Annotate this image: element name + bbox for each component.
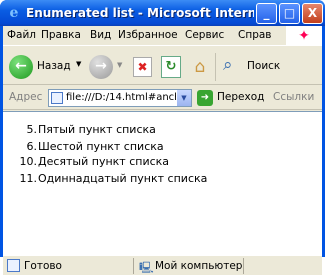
back-label: Назад	[37, 60, 71, 72]
page-content: 5. Пятый пункт списка 6. Шестой пункт сп…	[3, 111, 322, 255]
toolbar-separator	[215, 53, 216, 81]
go-icon[interactable]: ➜	[197, 90, 213, 106]
menu-view[interactable]: Вид	[90, 29, 111, 41]
window-title: Enumerated list - Microsoft Internet Ex.…	[26, 6, 254, 20]
menu-help[interactable]: Справ	[238, 29, 271, 41]
menu-edit[interactable]: Правка	[41, 29, 81, 41]
address-value[interactable]: file:///D:/14.html#anch1	[66, 92, 176, 103]
menu-file[interactable]: Файл	[7, 29, 36, 41]
ie-icon: e	[9, 5, 19, 21]
search-icon: ⌕	[223, 55, 233, 75]
status-bar: Готово 🖳 Мой компьютер	[3, 255, 322, 275]
list-item-text: Шестой пункт списка	[38, 140, 164, 153]
forward-dropdown-icon[interactable]: ▼	[117, 61, 122, 69]
windows-logo-icon: ✦	[286, 26, 322, 45]
list-item-number: 6.	[26, 140, 38, 153]
list-item-number: 11.	[19, 172, 38, 185]
status-divider	[133, 258, 134, 274]
browser-window: e Enumerated list - Microsoft Internet E…	[0, 0, 325, 275]
search-button[interactable]: ⌕ Поиск	[221, 54, 281, 80]
menu-tools[interactable]: Сервис	[185, 29, 224, 41]
address-input[interactable]: file:///D:/14.html#anch1 ▼	[48, 89, 192, 107]
address-label: Адрес	[9, 91, 43, 103]
page-icon	[51, 92, 63, 104]
home-icon[interactable]: ⌂	[189, 56, 211, 78]
back-icon: ←	[9, 55, 33, 79]
maximize-button[interactable]: □	[279, 3, 300, 24]
address-bar: Адрес file:///D:/14.html#anch1 ▼ ➜ Перех…	[3, 86, 322, 110]
page-status-icon	[7, 259, 20, 272]
computer-icon: 🖳	[139, 261, 154, 274]
zone-text: Мой компьютер	[155, 260, 243, 272]
list-item-text: Пятый пункт списка	[38, 123, 156, 136]
go-button[interactable]: Переход	[217, 91, 264, 103]
list-item-text: Одиннадцатый пункт списка	[38, 172, 208, 185]
title-bar[interactable]: e Enumerated list - Microsoft Internet E…	[0, 0, 325, 26]
menu-bar: Файл Правка Вид Избранное Сервис Справ ✦	[3, 26, 322, 46]
browser-frame: Файл Правка Вид Избранное Сервис Справ ✦…	[3, 26, 322, 275]
toolbar: ← Назад ▼ → ▼ ✖ ↻ ⌂ ⌕ Поиск	[3, 47, 322, 85]
forward-icon[interactable]: →	[89, 55, 113, 79]
back-button[interactable]: ← Назад ▼	[7, 54, 81, 80]
list-item-text: Десятый пункт списка	[38, 155, 170, 168]
back-dropdown-icon[interactable]: ▼	[76, 60, 81, 68]
stop-icon[interactable]: ✖	[133, 57, 152, 77]
list-item-number: 10.	[19, 155, 38, 168]
minimize-button[interactable]: _	[256, 3, 277, 24]
status-divider	[243, 258, 244, 274]
menu-favorites[interactable]: Избранное	[118, 29, 178, 41]
status-text: Готово	[24, 260, 62, 272]
close-button[interactable]: X	[302, 3, 323, 24]
refresh-icon[interactable]: ↻	[161, 56, 181, 78]
search-label: Поиск	[247, 60, 281, 72]
list-item-number: 5.	[26, 123, 38, 136]
links-button[interactable]: Ссылки	[273, 91, 314, 103]
address-dropdown-icon[interactable]: ▼	[177, 90, 191, 106]
